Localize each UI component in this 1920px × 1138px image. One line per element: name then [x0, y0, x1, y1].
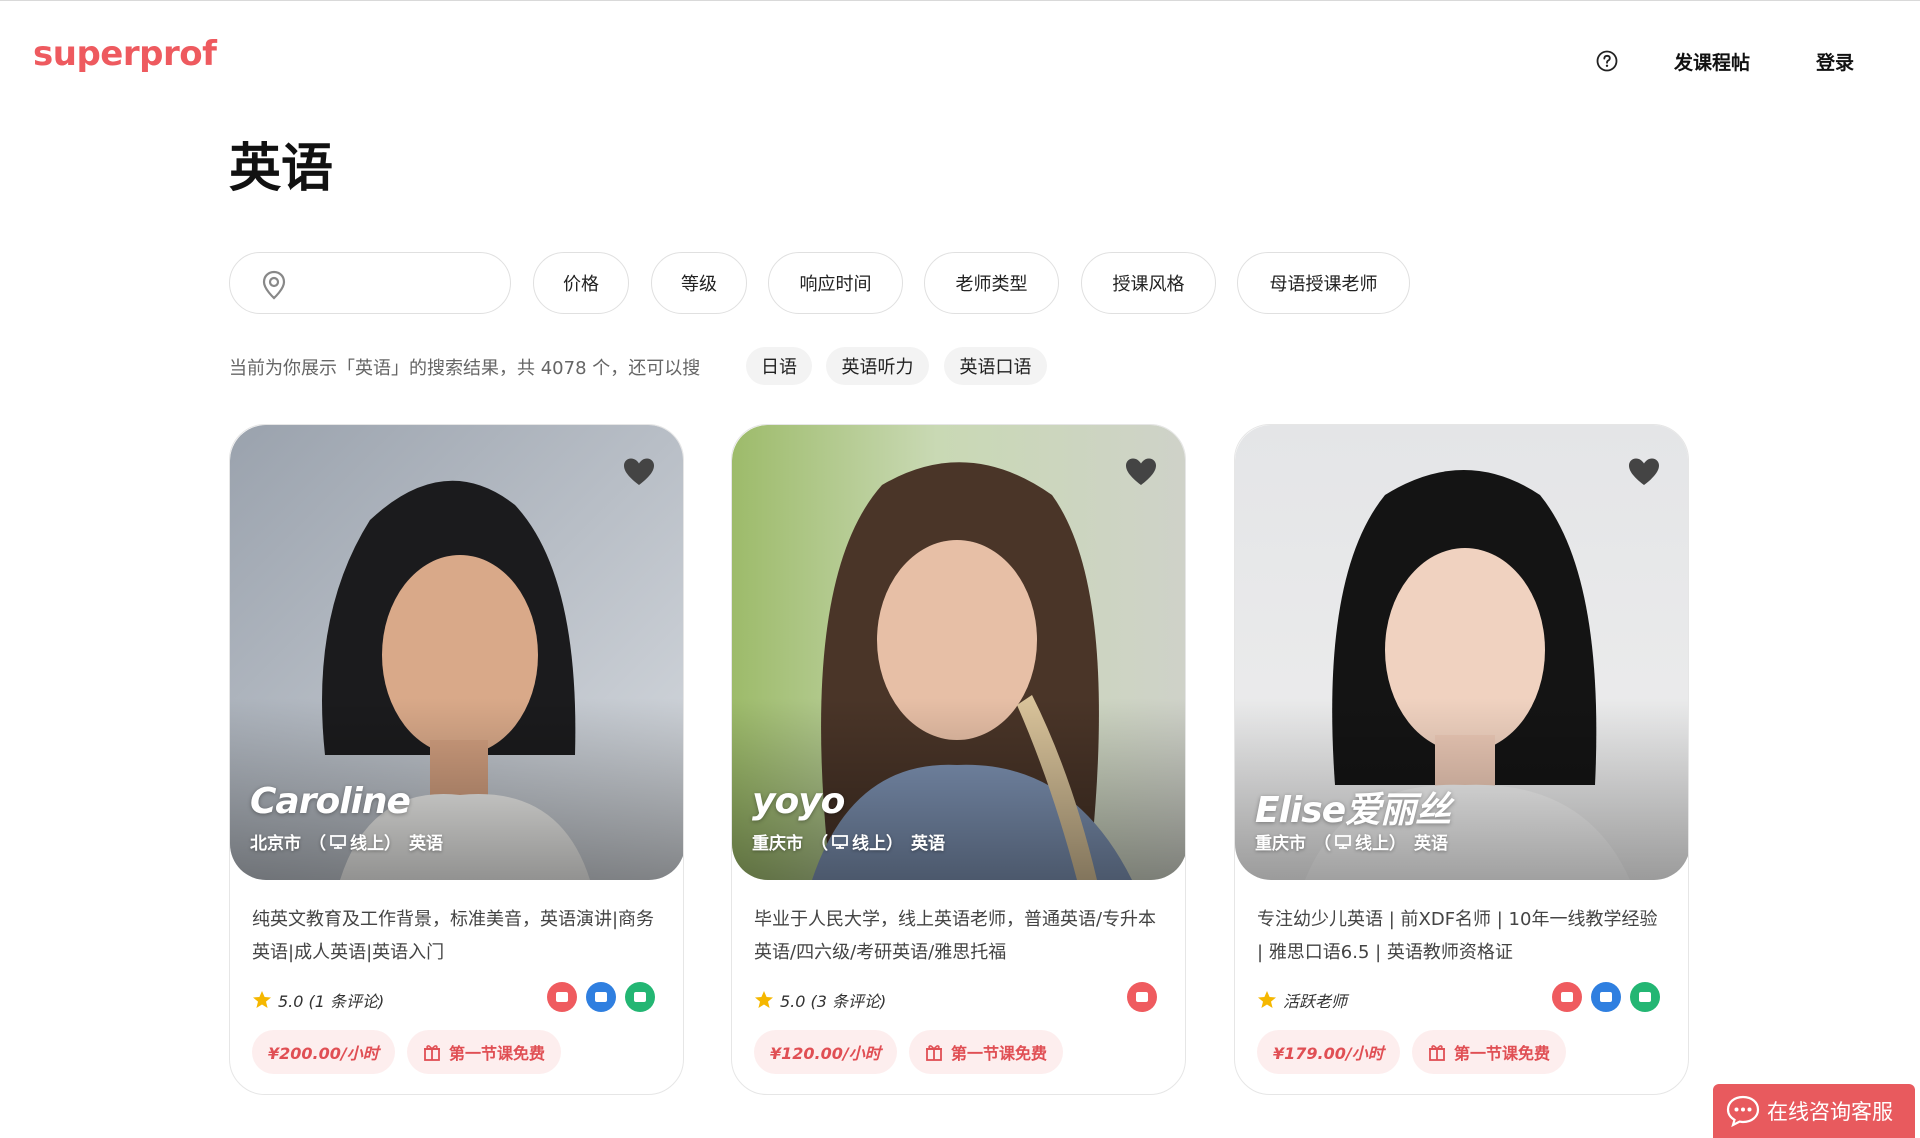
- tutor-city: 重庆市: [1255, 834, 1306, 854]
- tutor-mode: 线上）: [1355, 834, 1406, 854]
- chat-label: 在线咨询客服: [1767, 1100, 1893, 1124]
- star-icon: [253, 991, 271, 1008]
- star-icon: [755, 991, 773, 1008]
- tutor-location: 重庆市 （ 线上） 英语: [1255, 829, 1448, 854]
- favorite-heart-icon[interactable]: [1628, 457, 1660, 487]
- mode-open-paren: （: [811, 834, 828, 854]
- tutor-badges: [547, 982, 655, 1012]
- tutor-badges: [1552, 982, 1660, 1012]
- experience-badge-icon: [1630, 982, 1660, 1012]
- tutor-city: 重庆市: [752, 834, 803, 854]
- price-pill: ¥120.00/小时: [754, 1030, 897, 1074]
- tutor-photo: Caroline 北京市 （ 线上） 英语: [230, 425, 683, 880]
- result-summary: 当前为你展示「英语」的搜索结果，共 4078 个，还可以搜: [229, 358, 701, 379]
- tutor-subject: 英语: [1414, 834, 1448, 854]
- tutor-name: Caroline: [250, 781, 411, 822]
- tutor-subject: 英语: [911, 834, 945, 854]
- tutor-rating: 活跃老师: [1257, 988, 1347, 1012]
- chat-bubble-icon: [1726, 1095, 1760, 1128]
- tutor-mode: 线上）: [350, 834, 401, 854]
- rating-text: 5.0 (3 条评论): [780, 992, 887, 1011]
- free-lesson-pill: 第一节课免费: [1412, 1030, 1567, 1074]
- monitor-icon: [330, 834, 346, 849]
- star-icon: [1258, 991, 1276, 1008]
- tutor-city: 北京市: [250, 834, 301, 854]
- tutor-subject: 英语: [409, 834, 443, 854]
- verified-badge-icon: [547, 982, 577, 1012]
- tutor-photo: Elise爱丽丝 重庆市 （ 线上） 英语: [1235, 425, 1688, 880]
- monitor-icon: [832, 834, 848, 849]
- verified-badge-icon: [1127, 982, 1157, 1012]
- help-circle-icon[interactable]: [1596, 50, 1618, 72]
- free-lesson-text: 第一节课免费: [1454, 1044, 1551, 1063]
- online-chat-button[interactable]: 在线咨询客服: [1713, 1084, 1915, 1138]
- tutor-mode: 线上）: [852, 834, 903, 854]
- location-input[interactable]: [300, 265, 490, 303]
- free-lesson-text: 第一节课免费: [951, 1044, 1048, 1063]
- tutor-description: 纯英文教育及工作背景，标准美音，英语演讲|商务英语|成人英语|英语入门: [252, 909, 655, 963]
- filter-price[interactable]: 价格: [533, 252, 629, 314]
- gift-icon: [926, 1045, 942, 1061]
- verified-badge-icon: [1552, 982, 1582, 1012]
- location-pin-icon: [262, 270, 286, 300]
- monitor-icon: [1335, 834, 1351, 849]
- mode-open-paren: （: [309, 834, 326, 854]
- suggestion-english-listening[interactable]: 英语听力: [826, 347, 929, 385]
- gift-icon: [424, 1045, 440, 1061]
- free-lesson-pill: 第一节课免费: [909, 1030, 1064, 1074]
- tutor-badges: [1127, 982, 1157, 1012]
- filter-teacher-type[interactable]: 老师类型: [924, 252, 1059, 314]
- suggestion-english-speaking[interactable]: 英语口语: [944, 347, 1047, 385]
- tutor-location: 重庆市 （ 线上） 英语: [752, 829, 945, 854]
- favorite-heart-icon[interactable]: [1125, 457, 1157, 487]
- tutor-photo: yoyo 重庆市 （ 线上） 英语: [732, 425, 1185, 880]
- tutor-card[interactable]: Caroline 北京市 （ 线上） 英语 纯英文教育及工作背景，标准美音，英语…: [229, 424, 684, 1095]
- filter-response-time[interactable]: 响应时间: [768, 252, 903, 314]
- location-search-field[interactable]: [229, 252, 511, 314]
- tutor-name: Elise爱丽丝: [1255, 790, 1451, 831]
- tutor-rating: 5.0 (1 条评论): [252, 988, 384, 1012]
- tutor-description: 专注幼少儿英语 | 前XDF名师 | 10年一线教学经验 | 雅思口语6.5 |…: [1257, 909, 1658, 963]
- tutor-card[interactable]: yoyo 重庆市 （ 线上） 英语 毕业于人民大学，线上英语老师，普通英语/专升…: [731, 424, 1186, 1095]
- online-badge-icon: [586, 982, 616, 1012]
- filter-teaching-style[interactable]: 授课风格: [1081, 252, 1216, 314]
- experience-badge-icon: [625, 982, 655, 1012]
- top-divider: [0, 0, 1920, 1]
- login-link[interactable]: 登录: [1816, 48, 1854, 75]
- tutor-location: 北京市 （ 线上） 英语: [250, 829, 443, 854]
- gift-icon: [1429, 1045, 1445, 1061]
- tutor-name: yoyo: [752, 781, 845, 822]
- free-lesson-text: 第一节课免费: [449, 1044, 546, 1063]
- filter-level[interactable]: 等级: [651, 252, 747, 314]
- rating-text: 活跃老师: [1283, 992, 1348, 1011]
- page-title: 英语: [229, 139, 334, 199]
- post-course-link[interactable]: 发课程帖: [1674, 48, 1750, 75]
- mode-open-paren: （: [1314, 834, 1331, 854]
- online-badge-icon: [1591, 982, 1621, 1012]
- tutor-card[interactable]: Elise爱丽丝 重庆市 （ 线上） 英语 专注幼少儿英语 | 前XDF名师 |…: [1234, 424, 1689, 1095]
- price-pill: ¥200.00/小时: [252, 1030, 395, 1074]
- tutor-rating: 5.0 (3 条评论): [754, 988, 886, 1012]
- favorite-heart-icon[interactable]: [623, 457, 655, 487]
- tutor-description: 毕业于人民大学，线上英语老师，普通英语/专升本英语/四六级/考研英语/雅思托福: [754, 909, 1157, 963]
- price-pill: ¥179.00/小时: [1257, 1030, 1400, 1074]
- suggestion-japanese[interactable]: 日语: [746, 347, 812, 385]
- superprof-logo[interactable]: superprof: [33, 34, 217, 74]
- free-lesson-pill: 第一节课免费: [407, 1030, 562, 1074]
- filter-native-teacher[interactable]: 母语授课老师: [1237, 252, 1410, 314]
- rating-text: 5.0 (1 条评论): [278, 992, 385, 1011]
